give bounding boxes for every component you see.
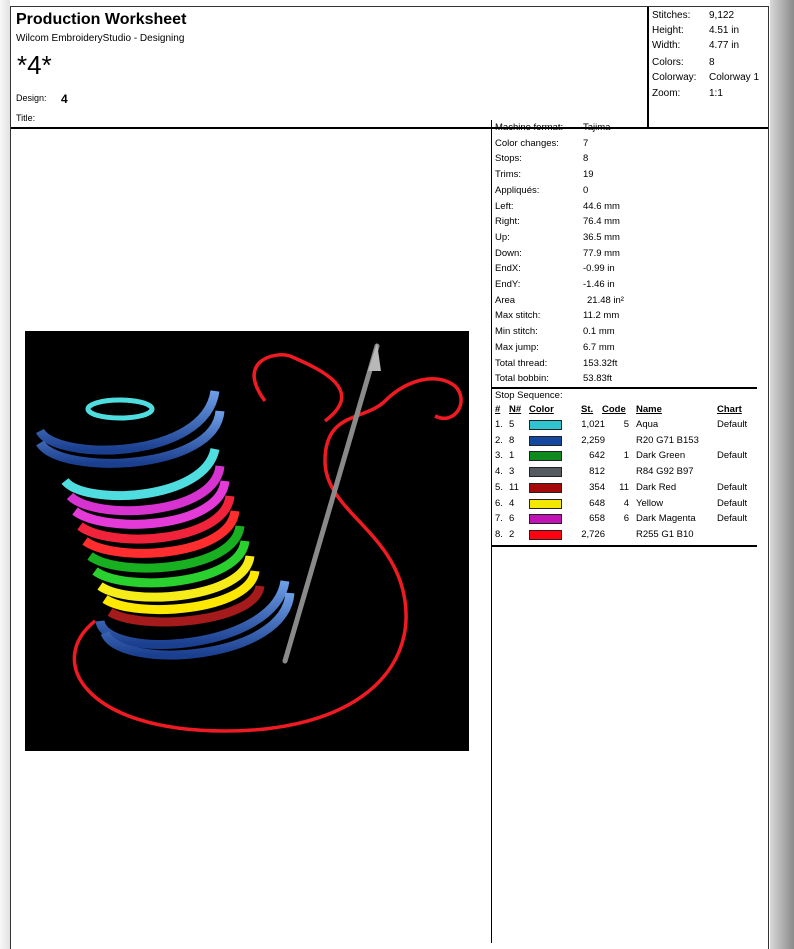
seq-row-code: 6 bbox=[623, 513, 629, 525]
seq-row-num: 1. bbox=[495, 419, 503, 430]
seq-row-needle: 3 bbox=[509, 466, 515, 478]
seq-row-stitches: 812 bbox=[589, 466, 605, 478]
seq-row-needle: 6 bbox=[509, 513, 515, 525]
col-header-n: N# bbox=[509, 404, 522, 415]
seq-row-name: Yellow bbox=[636, 497, 664, 509]
viewer-scroll-edge bbox=[770, 0, 794, 949]
seq-row-chart: Default bbox=[717, 513, 748, 525]
seq-row-name: R20 G71 B153 bbox=[636, 434, 699, 446]
col-header-color: Color bbox=[529, 404, 554, 415]
seq-row-num: 6. bbox=[495, 497, 503, 509]
col-header-code: Code bbox=[602, 404, 626, 415]
thread-color-swatch bbox=[529, 498, 562, 509]
col-header-st: St. bbox=[581, 404, 594, 415]
seq-row-name: R84 G92 B97 bbox=[636, 466, 694, 478]
spool-needle-artwork bbox=[35, 343, 463, 733]
seq-row-stitches: 642 bbox=[589, 450, 605, 462]
design-value: 4 bbox=[61, 92, 68, 106]
col-header-num: # bbox=[495, 404, 501, 415]
section-divider bbox=[492, 387, 757, 389]
thread-color-swatch bbox=[529, 482, 562, 493]
seq-row-needle: 2 bbox=[509, 528, 515, 540]
seq-row-needle: 5 bbox=[509, 419, 515, 430]
seq-row-code: 4 bbox=[623, 497, 629, 509]
design-label: Design: bbox=[16, 93, 47, 103]
seq-row-chart: Default bbox=[717, 497, 748, 509]
seq-row-chart: Default bbox=[717, 419, 748, 430]
page-title: Production Worksheet bbox=[16, 11, 187, 28]
seq-row-chart: Default bbox=[717, 481, 748, 493]
design-big-label: *4* bbox=[17, 50, 52, 80]
page-left-margin bbox=[0, 0, 10, 949]
thread-color-swatch bbox=[529, 529, 562, 540]
seq-row-num: 7. bbox=[495, 513, 503, 525]
seq-row-stitches: 658 bbox=[589, 513, 605, 525]
seq-row-needle: 11 bbox=[509, 481, 519, 493]
seq-row-num: 2. bbox=[495, 434, 503, 446]
seq-row-needle: 4 bbox=[509, 497, 515, 509]
seq-row-chart: Default bbox=[717, 450, 748, 462]
stop-sequence-title: Stop Sequence: bbox=[495, 390, 563, 401]
thread-color-swatch bbox=[529, 514, 562, 525]
seq-row-code: 1 bbox=[623, 450, 629, 462]
thread-color-swatch bbox=[529, 467, 562, 478]
seq-row-code: 11 bbox=[619, 481, 629, 493]
seq-row-name: Aqua bbox=[636, 419, 659, 430]
seq-row-name: R255 G1 B10 bbox=[636, 528, 694, 540]
design-preview bbox=[25, 331, 469, 751]
thread-color-swatch bbox=[529, 451, 562, 462]
seq-row-needle: 8 bbox=[509, 434, 515, 446]
seq-row-code: 5 bbox=[623, 419, 629, 430]
seq-row-name: Dark Green bbox=[636, 450, 686, 462]
seq-row-num: 3. bbox=[495, 450, 503, 462]
worksheet-header: Production Worksheet Wilcom EmbroiderySt… bbox=[11, 7, 768, 129]
seq-row-num: 5. bbox=[495, 481, 503, 493]
title-label: Title: bbox=[16, 113, 36, 123]
seq-row-stitches: 354 bbox=[589, 481, 605, 493]
col-header-name: Name bbox=[636, 404, 662, 415]
app-subtitle: Wilcom EmbroideryStudio - Designing bbox=[16, 33, 185, 44]
seq-row-num: 4. bbox=[495, 466, 503, 478]
seq-row-stitches: 648 bbox=[589, 497, 605, 509]
col-header-chart: Chart bbox=[717, 404, 742, 415]
seq-row-stitches: 2,259 bbox=[581, 434, 605, 446]
thread-color-swatch bbox=[529, 435, 562, 446]
seq-row-needle: 1 bbox=[509, 450, 515, 462]
seq-row-name: Dark Magenta bbox=[636, 513, 696, 525]
section-divider bbox=[492, 545, 757, 547]
design-stats: Stitches: 9,122 Height: 4.51 in Width: 4.77… bbox=[647, 7, 770, 127]
seq-row-stitches: 2,726 bbox=[581, 528, 605, 540]
seq-row-num: 8. bbox=[495, 528, 503, 540]
seq-row-stitches: 1,021 bbox=[581, 419, 605, 430]
column-divider bbox=[491, 120, 492, 943]
thread-color-swatch bbox=[529, 420, 562, 430]
seq-row-name: Dark Red bbox=[636, 481, 677, 493]
